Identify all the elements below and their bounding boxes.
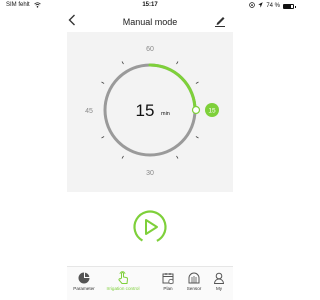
dial-tick bbox=[101, 81, 105, 84]
tick-label-left: 45 bbox=[85, 108, 93, 115]
dial-tick bbox=[176, 61, 179, 65]
timer-unit: min bbox=[161, 111, 170, 117]
tab-label: Parameter bbox=[73, 286, 95, 291]
tab-sensor[interactable]: Sensor bbox=[181, 267, 207, 300]
tab-bar: Parameter Irrigation control Plan Sensor… bbox=[67, 266, 233, 300]
tick-label-top: 60 bbox=[146, 46, 154, 53]
timer-value: 15 bbox=[136, 101, 155, 120]
play-button[interactable] bbox=[132, 209, 168, 245]
dial-tick bbox=[176, 155, 179, 159]
timer-dial[interactable]: 60 45 30 15 min 15 bbox=[0, 0, 300, 300]
pie-chart-icon bbox=[77, 271, 91, 285]
person-icon bbox=[212, 271, 226, 285]
play-icon bbox=[133, 210, 167, 244]
tab-irrigation-control[interactable]: Irrigation control bbox=[101, 267, 145, 300]
dial-tick bbox=[121, 155, 124, 159]
calendar-icon bbox=[161, 271, 175, 285]
tab-plan[interactable]: Plan bbox=[158, 267, 178, 300]
tab-parameter[interactable]: Parameter bbox=[69, 267, 99, 300]
hand-touch-icon bbox=[116, 271, 130, 285]
tick-label-bottom: 30 bbox=[146, 170, 154, 177]
sensor-icon bbox=[187, 271, 201, 285]
dial-tick bbox=[101, 136, 105, 139]
badge-value: 15 bbox=[208, 108, 216, 115]
dial-progress-arc bbox=[148, 63, 197, 112]
dial-tick bbox=[121, 61, 124, 65]
dial-tick bbox=[195, 136, 199, 139]
dial-handle-ring[interactable] bbox=[191, 105, 201, 115]
tab-my[interactable]: My bbox=[209, 267, 229, 300]
tab-label: Sensor bbox=[186, 286, 202, 291]
tab-label: My bbox=[215, 286, 223, 291]
tab-label: Irrigation control bbox=[106, 286, 140, 291]
dial-tick bbox=[195, 81, 199, 84]
tab-label: Plan bbox=[163, 286, 173, 291]
